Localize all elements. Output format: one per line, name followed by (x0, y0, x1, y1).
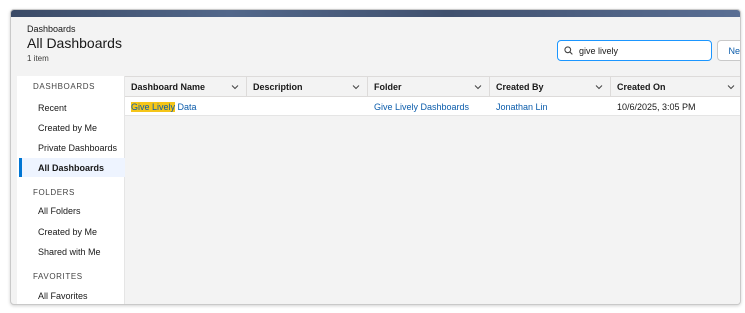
description-cell (247, 97, 368, 116)
chevron-down-icon[interactable] (473, 82, 483, 92)
sidebar-item-all-favorites[interactable]: All Favorites (19, 286, 125, 304)
search-match-highlight[interactable]: Give Lively (131, 101, 176, 112)
favorites-heading: FAVORITES (33, 272, 83, 281)
sidebar-item-private-dashboards[interactable]: Private Dashboards (19, 138, 125, 157)
dashboard-name-link[interactable]: Give Lively Data (125, 97, 247, 116)
sidebar-item-shared-with-me[interactable]: Shared with Me (19, 242, 125, 261)
page-title: All Dashboards (27, 35, 122, 51)
chevron-down-icon[interactable] (726, 82, 736, 92)
search-icon (564, 46, 573, 55)
column-header-folder[interactable]: Folder (368, 77, 490, 97)
sidebar: DASHBOARDS Recent Created by Me Private … (17, 76, 125, 304)
column-header-created-by[interactable]: Created By (490, 77, 611, 97)
column-label: Created By (496, 82, 544, 92)
column-label: Created On (617, 82, 666, 92)
chevron-down-icon[interactable] (594, 82, 604, 92)
app-window: Dashboards All Dashboards 1 item New DAS… (10, 9, 741, 305)
folders-heading: FOLDERS (33, 188, 75, 197)
chevron-down-icon[interactable] (230, 82, 240, 92)
created-by-link[interactable]: Jonathan Lin (490, 97, 611, 116)
column-header-description[interactable]: Description (247, 77, 368, 97)
table-header: Dashboard Name Description Folder Create… (125, 76, 740, 97)
top-banner (11, 10, 740, 17)
sidebar-item-created-by-me[interactable]: Created by Me (19, 118, 125, 137)
sidebar-item-folders-created-by-me[interactable]: Created by Me (19, 222, 125, 241)
column-header-dashboard-name[interactable]: Dashboard Name (125, 77, 247, 97)
column-label: Dashboard Name (131, 82, 206, 92)
column-header-created-on[interactable]: Created On (611, 77, 740, 97)
table-row[interactable]: Give Lively Data Give Lively Dashboards … (125, 97, 740, 116)
created-on-cell: 10/6/2025, 3:05 PM (617, 101, 696, 112)
new-button[interactable]: New (717, 40, 740, 61)
dashboard-name-rest[interactable]: Data (175, 102, 197, 112)
sidebar-item-all-folders[interactable]: All Folders (19, 201, 125, 220)
breadcrumb[interactable]: Dashboards (27, 24, 76, 34)
dashboards-heading: DASHBOARDS (33, 82, 96, 91)
sidebar-item-all-dashboards[interactable]: All Dashboards (19, 158, 125, 177)
search-box[interactable] (557, 40, 712, 61)
sidebar-item-recent[interactable]: Recent (19, 98, 125, 117)
dashboards-table: Dashboard Name Description Folder Create… (125, 76, 740, 304)
column-label: Folder (374, 82, 402, 92)
item-count: 1 item (27, 54, 49, 63)
search-input[interactable] (579, 45, 699, 56)
chevron-down-icon[interactable] (351, 82, 361, 92)
column-label: Description (253, 82, 303, 92)
folder-link[interactable]: Give Lively Dashboards (368, 97, 490, 116)
page-header: Dashboards All Dashboards 1 item New (17, 17, 740, 77)
